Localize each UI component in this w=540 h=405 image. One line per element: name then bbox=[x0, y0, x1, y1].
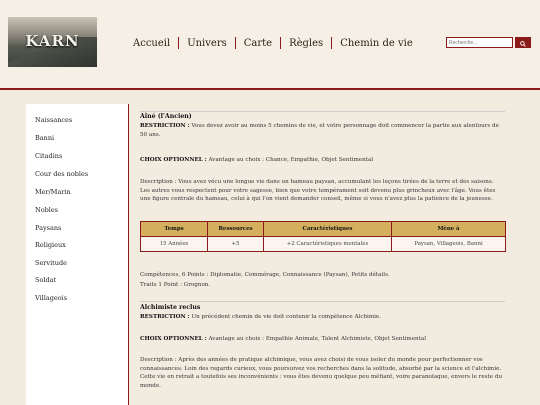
table-header-temps: Temps bbox=[140, 221, 208, 237]
search-icon bbox=[520, 40, 526, 47]
sidebar-item-naissances[interactable]: Naissances bbox=[35, 116, 72, 124]
sidebar: Naissances Banni Citadins Cour des noble… bbox=[26, 104, 128, 405]
table-cell: +2 Caractéristiques mentales bbox=[263, 236, 392, 252]
sidebar-item-villageois[interactable]: Villageois bbox=[35, 294, 67, 302]
sidebar-item-religieux[interactable]: Religieux bbox=[35, 241, 66, 249]
choice-value: Avantage au choix : Empathie Animale, Ta… bbox=[206, 336, 426, 342]
table-header-caracteristiques: Caractéristiques bbox=[263, 221, 392, 237]
nav-separator bbox=[331, 37, 333, 49]
section-divider bbox=[140, 301, 505, 302]
nav-item-regles[interactable]: Règles bbox=[289, 38, 323, 49]
choice-text: CHOIX OPTIONNEL : Avantage au choix : Em… bbox=[140, 335, 505, 344]
sidebar-item-cour-des-nobles[interactable]: Cour des nobles bbox=[35, 170, 88, 178]
sidebar-item-soldat[interactable]: Soldat bbox=[35, 276, 56, 284]
table-header-mene-a: Mène à bbox=[391, 221, 506, 237]
restriction-text: RESTRICTION : Un précédent chemin de vie… bbox=[140, 313, 505, 322]
nav-item-carte[interactable]: Carte bbox=[244, 38, 272, 49]
site-header: KARN Accueil Univers Carte Règles Chemin… bbox=[0, 0, 540, 88]
main-nav: Accueil Univers Carte Règles Chemin de v… bbox=[133, 37, 413, 49]
nav-item-univers[interactable]: Univers bbox=[187, 38, 227, 49]
choice-label: CHOIX OPTIONNEL : bbox=[140, 336, 207, 342]
section-divider bbox=[140, 111, 505, 112]
choice-value: Avantage au choix : Chance, Empathie, Ob… bbox=[206, 157, 374, 163]
restriction-label: RESTRICTION : bbox=[140, 314, 190, 320]
restriction-value: Un précédent chemin de vie doit contenir… bbox=[189, 314, 382, 320]
sidebar-item-mer-marin[interactable]: Mer/Marin bbox=[35, 188, 71, 196]
section-title: Alchimiste reclus bbox=[140, 304, 201, 311]
header-divider bbox=[0, 88, 540, 90]
sidebar-item-banni[interactable]: Banni bbox=[35, 134, 54, 142]
choice-label: CHOIX OPTIONNEL : bbox=[140, 157, 207, 163]
choice-text: CHOIX OPTIONNEL : Avantage au choix : Ch… bbox=[140, 156, 505, 165]
nav-separator bbox=[178, 37, 180, 49]
search-button[interactable] bbox=[515, 37, 531, 48]
description-text: Description : Après des années de pratiq… bbox=[140, 357, 503, 389]
nav-separator bbox=[280, 37, 282, 49]
table-cell: +5 bbox=[207, 236, 264, 252]
sidebar-item-nobles[interactable]: Nobles bbox=[35, 206, 58, 214]
table-row: 15 Années +5 +2 Caractéristiques mentale… bbox=[140, 236, 506, 252]
table-header-ressources: Ressources bbox=[207, 221, 264, 237]
restriction-value: Vous devez avoir au moins 5 chemins de v… bbox=[140, 123, 499, 138]
section-title: Aîné (l'Ancien) bbox=[140, 113, 192, 120]
sidebar-item-citadins[interactable]: Citadins bbox=[35, 152, 62, 160]
traits-text: Traits 1 Point : Grognon. bbox=[140, 282, 211, 288]
table-cell: 15 Années bbox=[140, 236, 208, 252]
sidebar-divider bbox=[128, 104, 129, 405]
search-input[interactable] bbox=[446, 37, 513, 48]
skills-text: Compétences, 6 Points : Diplomatie, Comm… bbox=[140, 272, 390, 278]
table-header-row: Temps Ressources Caractéristiques Mène à bbox=[140, 221, 506, 237]
restriction-label: RESTRICTION : bbox=[140, 123, 190, 129]
nav-item-chemin-de-vie[interactable]: Chemin de vie bbox=[340, 38, 413, 49]
restriction-text: RESTRICTION : Vous devez avoir au moins … bbox=[140, 122, 505, 139]
logo-text: KARN bbox=[25, 32, 80, 50]
description-text: Description : Vous avez vécu une longue … bbox=[140, 179, 496, 203]
path-table: Temps Ressources Caractéristiques Mène à… bbox=[140, 221, 506, 252]
site-logo[interactable]: KARN bbox=[8, 17, 97, 67]
nav-separator bbox=[234, 37, 236, 49]
nav-item-accueil[interactable]: Accueil bbox=[133, 38, 170, 49]
table-cell: Paysan, Villageois, Banni bbox=[391, 236, 506, 252]
sidebar-item-paysans[interactable]: Paysans bbox=[35, 224, 61, 232]
sidebar-item-servitude[interactable]: Servitude bbox=[35, 259, 67, 267]
